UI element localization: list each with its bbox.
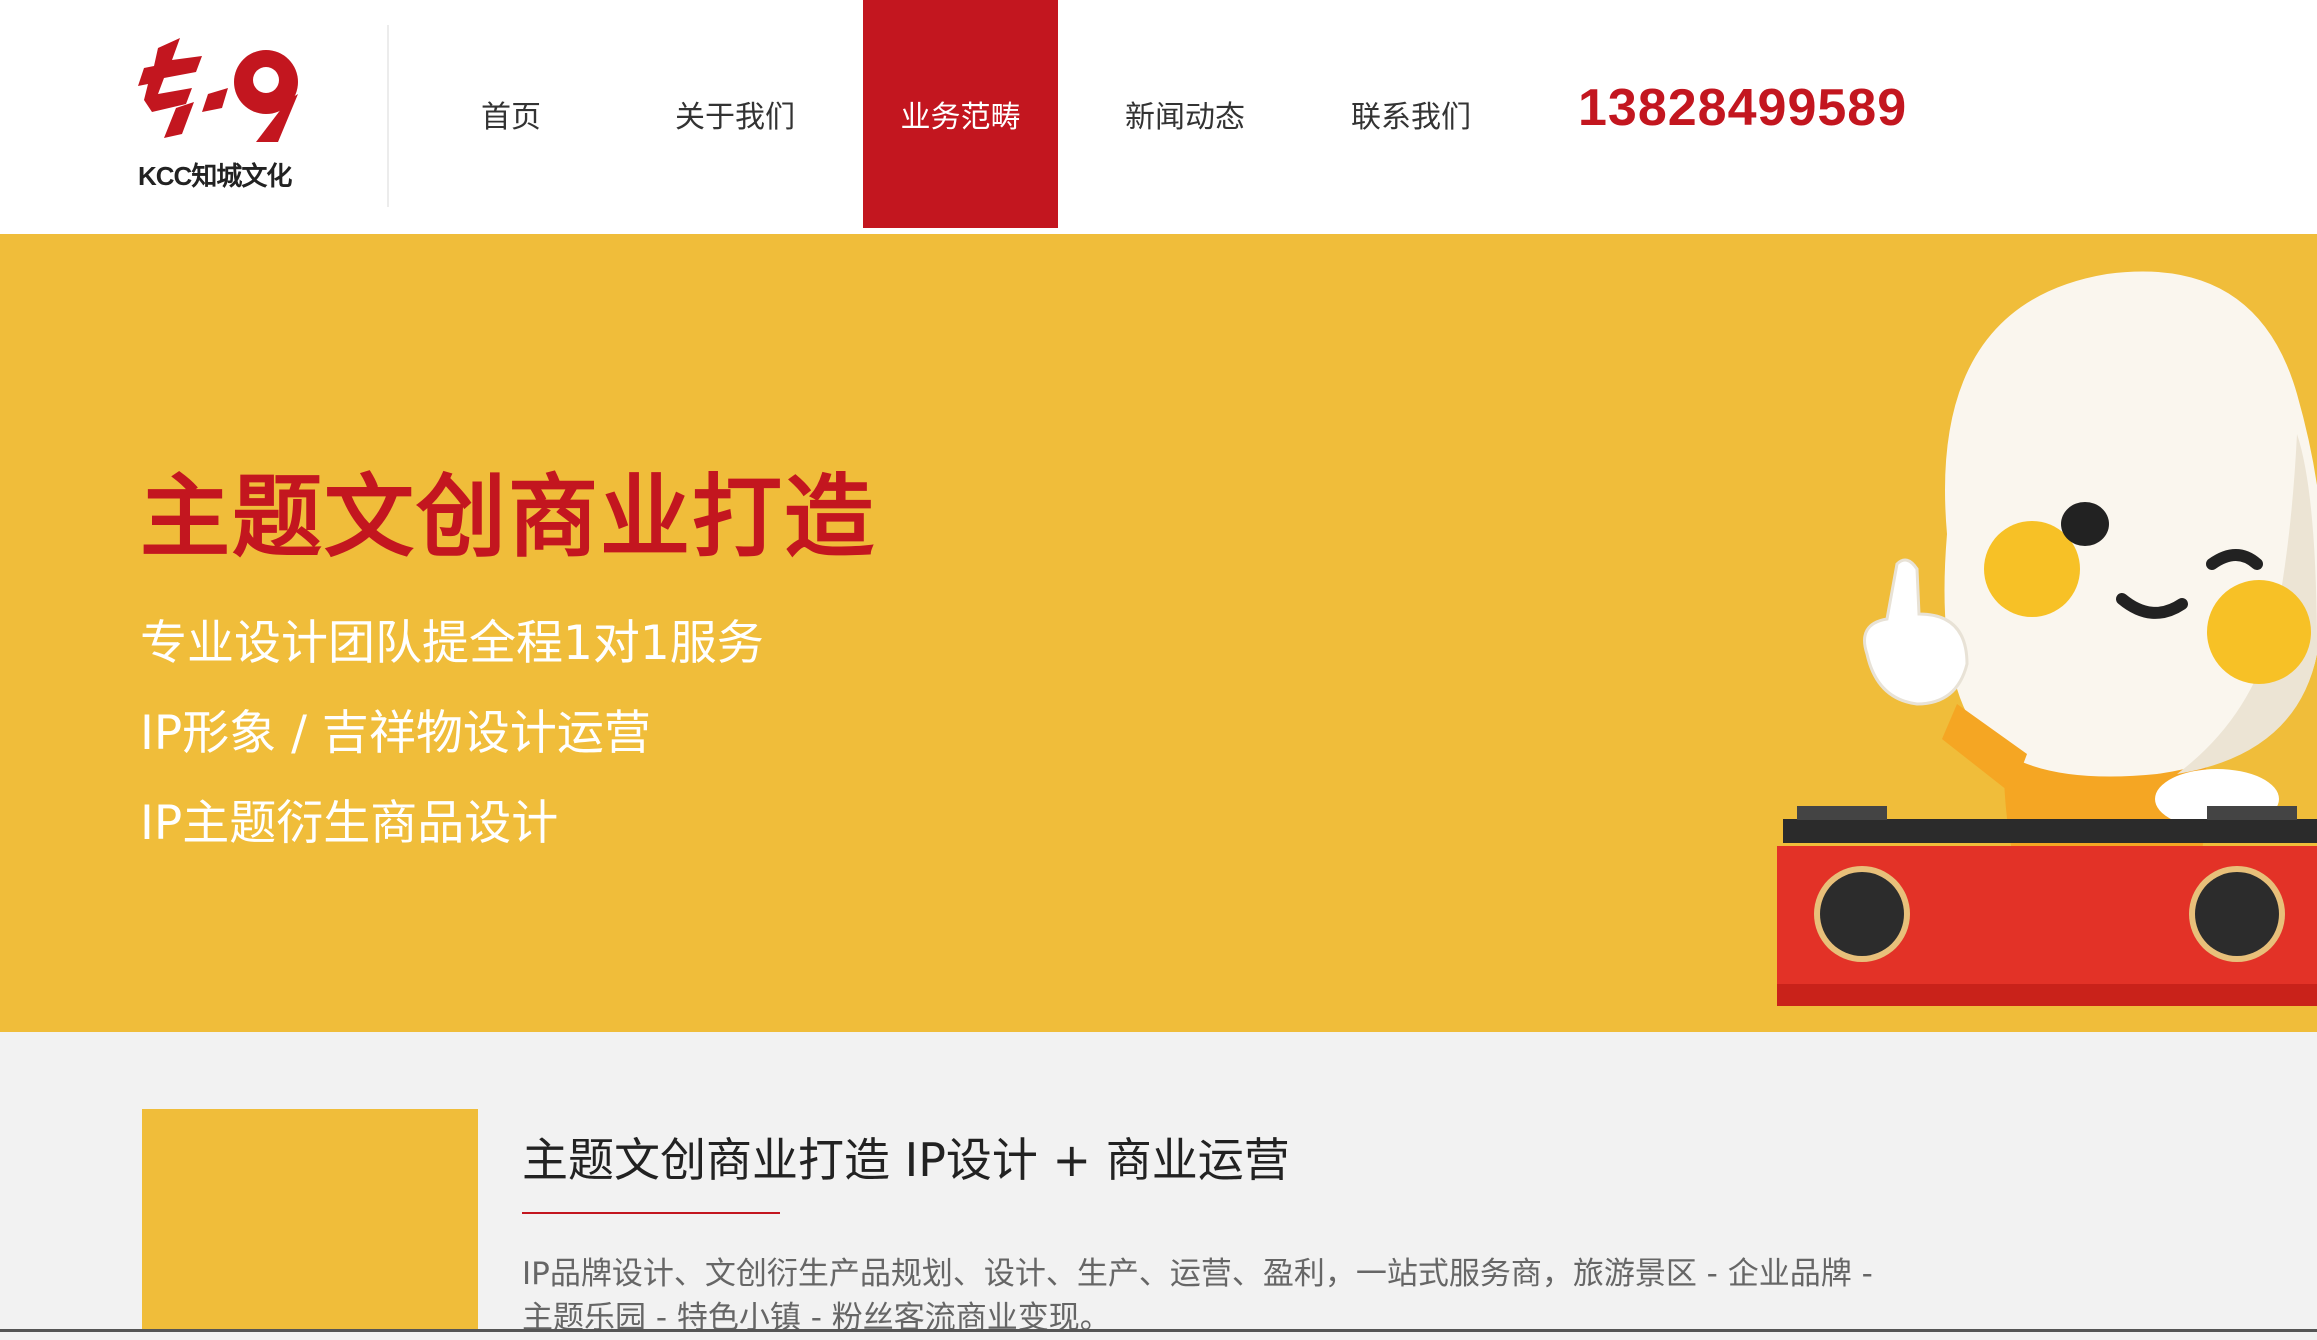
banner-line-1: 专业设计团队提全程1对1服务: [140, 616, 764, 671]
banner-line-2: IP形象 / 吉祥物设计运营: [140, 706, 651, 761]
intro-image-placeholder: [142, 1109, 478, 1332]
intro-title-underline: [522, 1212, 780, 1214]
intro-description: IP品牌设计、文创衍生产品规划、设计、生产、运营、盈利，一站式服务商，旅游景区 …: [522, 1256, 1873, 1336]
mascot-illustration: [1777, 271, 2317, 1006]
hero-banner: 主题文创商业打造 专业设计团队提全程1对1服务 IP形象 / 吉祥物设计运营 I…: [0, 234, 2317, 1032]
phone-number[interactable]: 13828499589: [1578, 78, 1907, 138]
site-header: KCC知城文化 首页 关于我们 业务范畴 新闻动态 联系我们 138284995…: [0, 0, 2317, 234]
kcc-logo[interactable]: KCC知城文化: [138, 38, 313, 191]
logo-text: KCC知城文化: [138, 161, 292, 191]
nav-item-services[interactable]: 业务范畴: [863, 0, 1058, 228]
header-divider: [387, 25, 389, 207]
intro-title: 主题文创商业打造 IP设计 + 商业运营: [522, 1133, 1290, 1187]
logo-mark-icon: [138, 38, 298, 142]
nav-item-news[interactable]: 新闻动态: [1104, 0, 1266, 228]
banner-title: 主题文创商业打造: [140, 465, 876, 570]
nav-item-contact[interactable]: 联系我们: [1330, 0, 1492, 228]
nav-item-about[interactable]: 关于我们: [654, 0, 816, 228]
nav-item-home[interactable]: 首页: [431, 0, 591, 228]
banner-line-3: IP主题衍生商品设计: [140, 796, 559, 851]
